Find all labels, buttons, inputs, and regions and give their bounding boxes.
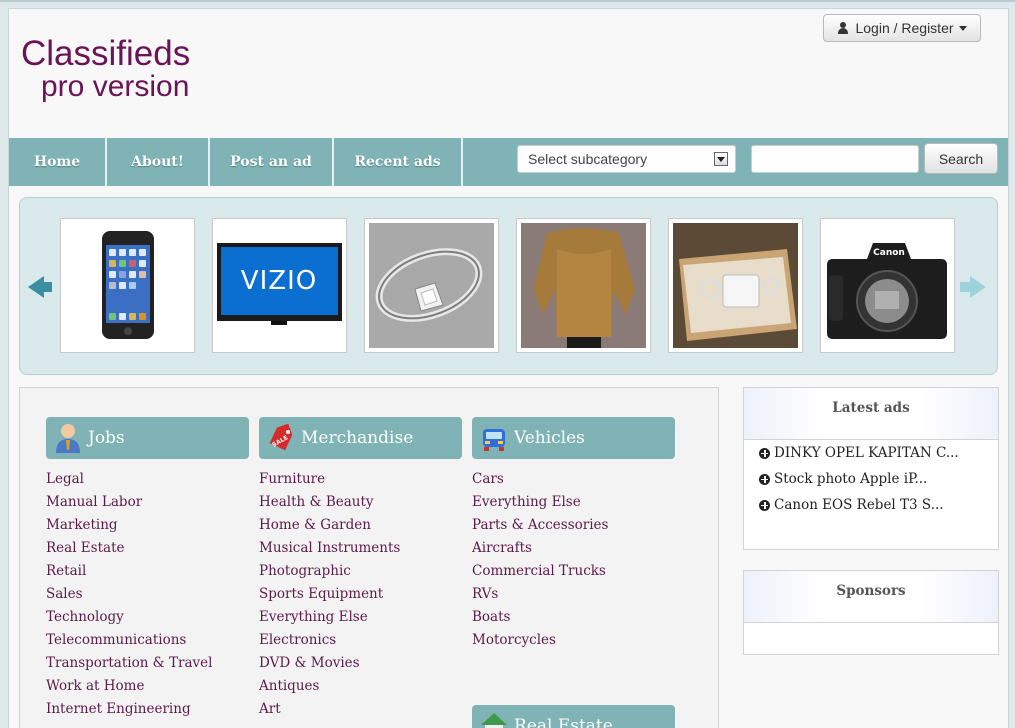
sale-tag-icon: SALE bbox=[269, 423, 293, 451]
subcategory-link[interactable]: Health & Beauty bbox=[259, 491, 400, 514]
window-top-strip bbox=[0, 0, 1015, 2]
latest-ad-item[interactable]: Canon EOS Rebel T3 S... bbox=[744, 492, 998, 518]
nav-home[interactable]: Home bbox=[9, 138, 107, 186]
carousel-item-canon-camera[interactable]: Canon bbox=[820, 218, 955, 353]
carousel-item-gold-jacket[interactable] bbox=[516, 218, 651, 353]
carousel-item-phone-box[interactable] bbox=[668, 218, 803, 353]
diamond-ring-image bbox=[369, 223, 494, 348]
canon-logo-text: Canon bbox=[873, 248, 905, 258]
subcategory-link[interactable]: Furniture bbox=[259, 468, 400, 491]
subcategory-link[interactable]: DVD & Movies bbox=[259, 652, 400, 675]
subcategory-link[interactable]: Sports Equipment bbox=[259, 583, 400, 606]
main-nav: Home About! Post an ad Recent ads Select… bbox=[9, 138, 1008, 186]
subcategory-link[interactable]: Work at Home bbox=[46, 675, 212, 698]
category-title-jobs: Jobs bbox=[88, 428, 125, 448]
nav-about[interactable]: About! bbox=[107, 138, 210, 186]
latest-ad-link[interactable]: Stock photo Apple iP... bbox=[774, 471, 927, 487]
latest-ads-title: Latest ads bbox=[744, 388, 998, 440]
caret-down-icon bbox=[958, 25, 967, 31]
phone-in-box-image bbox=[673, 223, 798, 348]
subcategory-link[interactable]: Everything Else bbox=[472, 491, 608, 514]
carousel-prev-arrow-icon[interactable] bbox=[28, 276, 52, 298]
subcategory-link[interactable]: Transportation & Travel bbox=[46, 652, 212, 675]
category-list-jobs: Legal Manual Labor Marketing Real Estate… bbox=[46, 468, 212, 721]
subcategory-link[interactable]: Musical Instruments bbox=[259, 537, 400, 560]
subcategory-link[interactable]: Electronics bbox=[259, 629, 400, 652]
plus-circle-icon bbox=[759, 473, 770, 485]
search-input[interactable] bbox=[751, 145, 919, 173]
category-title-real-estate: Real Estate bbox=[514, 716, 613, 728]
login-register-label: Login / Register bbox=[855, 20, 954, 36]
subcategory-link[interactable]: Aircrafts bbox=[472, 537, 608, 560]
carousel-next-arrow-icon[interactable] bbox=[960, 276, 986, 298]
login-register-button[interactable]: Login / Register bbox=[823, 14, 981, 42]
nav-recent-ads[interactable]: Recent ads bbox=[334, 138, 463, 186]
sponsors-panel: Sponsors bbox=[743, 570, 999, 655]
logo-subtitle: pro version bbox=[41, 70, 190, 103]
subcategory-link[interactable]: Marketing bbox=[46, 514, 212, 537]
latest-ad-item[interactable]: Stock photo Apple iP... bbox=[744, 466, 998, 492]
subcategory-link[interactable]: Manual Labor bbox=[46, 491, 212, 514]
subcategory-link[interactable]: Art bbox=[259, 698, 400, 721]
page-container: Classifieds pro version Login / Register… bbox=[8, 8, 1009, 728]
subcategory-link[interactable]: Sales bbox=[46, 583, 212, 606]
house-icon bbox=[481, 713, 507, 728]
plus-circle-icon bbox=[759, 499, 770, 511]
subcategory-link[interactable]: Retail bbox=[46, 560, 212, 583]
latest-ad-link[interactable]: Canon EOS Rebel T3 S... bbox=[774, 497, 944, 513]
category-header-vehicles[interactable]: Vehicles bbox=[472, 417, 675, 459]
nav-post-an-ad[interactable]: Post an ad bbox=[210, 138, 334, 186]
carousel-item-diamond-ring[interactable] bbox=[364, 218, 499, 353]
category-title-merchandise: Merchandise bbox=[301, 428, 414, 448]
subcategory-link[interactable]: Legal bbox=[46, 468, 212, 491]
ipod-touch-image bbox=[102, 231, 154, 339]
subcategory-link[interactable]: Real Estate bbox=[46, 537, 212, 560]
subcategory-select-value: Select subcategory bbox=[528, 151, 648, 167]
gold-jacket-image bbox=[521, 223, 646, 348]
subcategory-link[interactable]: Technology bbox=[46, 606, 212, 629]
canon-camera-image: Canon bbox=[821, 219, 954, 352]
subcategory-select[interactable]: Select subcategory bbox=[517, 145, 736, 173]
vizio-tv-image: VIZIO bbox=[217, 243, 342, 325]
subcategory-link[interactable]: Telecommunications bbox=[46, 629, 212, 652]
subcategory-link[interactable]: Everything Else bbox=[259, 606, 400, 629]
categories-panel: Jobs Legal Manual Labor Marketing Real E… bbox=[19, 387, 719, 728]
category-list-vehicles: Cars Everything Else Parts & Accessories… bbox=[472, 468, 608, 652]
subcategory-link[interactable]: Cars bbox=[472, 468, 608, 491]
subcategory-link[interactable]: Home & Garden bbox=[259, 514, 400, 537]
select-dropdown-arrow-icon[interactable] bbox=[714, 152, 728, 166]
carousel-item-vizio-tv[interactable]: VIZIO bbox=[212, 218, 347, 353]
subcategory-link[interactable]: Motorcycles bbox=[472, 629, 608, 652]
vizio-logo-text: VIZIO bbox=[241, 266, 317, 296]
plus-circle-icon bbox=[759, 447, 770, 459]
subcategory-link[interactable]: Antiques bbox=[259, 675, 400, 698]
search-button[interactable]: Search bbox=[924, 143, 998, 174]
subcategory-link[interactable]: Photographic bbox=[259, 560, 400, 583]
latest-ad-link[interactable]: DINKY OPEL KAPITAN C... bbox=[774, 445, 959, 461]
category-title-vehicles: Vehicles bbox=[514, 428, 585, 448]
latest-ad-item[interactable]: DINKY OPEL KAPITAN C... bbox=[744, 440, 998, 466]
logo-title[interactable]: Classifieds bbox=[21, 36, 190, 72]
person-icon bbox=[56, 424, 80, 453]
category-header-jobs[interactable]: Jobs bbox=[46, 417, 249, 459]
subcategory-link[interactable]: RVs bbox=[472, 583, 608, 606]
subcategory-link[interactable]: Commercial Trucks bbox=[472, 560, 608, 583]
latest-ads-panel: Latest ads DINKY OPEL KAPITAN C... Stock… bbox=[743, 387, 999, 550]
subcategory-link[interactable]: Parts & Accessories bbox=[472, 514, 608, 537]
featured-carousel: VIZIO Canon bbox=[19, 197, 998, 375]
user-icon bbox=[837, 22, 849, 34]
subcategory-link[interactable]: Internet Engineering bbox=[46, 698, 212, 721]
category-list-merchandise: Furniture Health & Beauty Home & Garden … bbox=[259, 468, 400, 721]
latest-ads-list: DINKY OPEL KAPITAN C... Stock photo Appl… bbox=[744, 440, 998, 518]
car-icon bbox=[483, 429, 505, 451]
carousel-item-ipod[interactable] bbox=[60, 218, 195, 353]
category-header-real-estate[interactable]: Real Estate bbox=[472, 705, 675, 728]
sponsors-title: Sponsors bbox=[744, 571, 998, 623]
subcategory-link[interactable]: Boats bbox=[472, 606, 608, 629]
category-header-merchandise[interactable]: SALE Merchandise bbox=[259, 417, 462, 459]
